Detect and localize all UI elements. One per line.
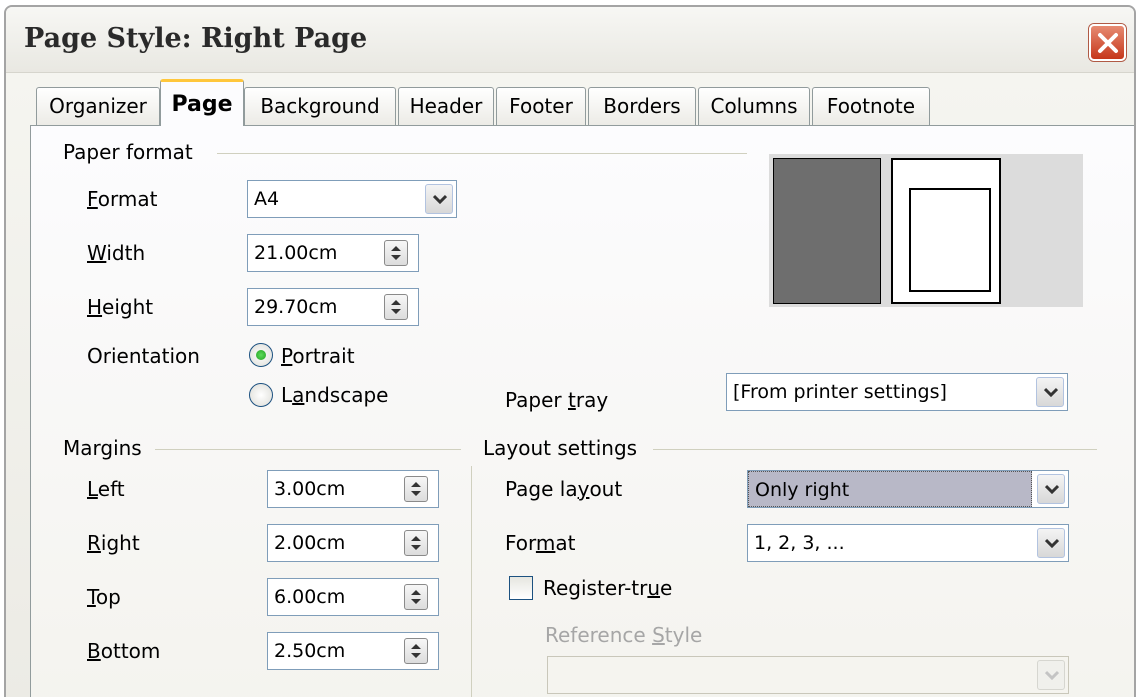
tab-columns[interactable]: Columns (698, 87, 810, 125)
paper-tray-select[interactable]: [From printer settings] (726, 373, 1068, 411)
spin-arrows-icon (391, 246, 401, 260)
chevron-down-icon (1044, 387, 1058, 397)
margin-bottom-field[interactable]: 2.50cm (267, 632, 439, 670)
register-true-label[interactable]: Register-true (543, 576, 672, 600)
numbering-format-dropdown-button[interactable] (1037, 528, 1065, 558)
margin-left-spin-button[interactable] (404, 476, 428, 502)
page-layout-value-text: Only right (755, 479, 850, 501)
tab-footnote[interactable]: Footnote (812, 87, 930, 125)
width-label: Width (87, 241, 146, 265)
spin-arrows-icon (411, 536, 421, 550)
radio-selected-dot (256, 350, 266, 360)
spin-arrows-icon (411, 644, 421, 658)
register-true-checkbox[interactable] (509, 576, 533, 600)
close-button[interactable] (1089, 24, 1126, 61)
margin-bottom-spin-button[interactable] (404, 638, 428, 664)
page-layout-dropdown-button[interactable] (1037, 474, 1065, 504)
reference-style-dropdown-button[interactable] (1037, 660, 1065, 690)
orientation-label: Orientation (87, 344, 200, 368)
reference-style-label: Reference Style (545, 623, 703, 647)
width-spin-button[interactable] (384, 240, 408, 266)
spin-arrows-icon (391, 300, 401, 314)
portrait-label[interactable]: Portrait (281, 344, 355, 368)
preview-left-page (773, 158, 881, 304)
height-label: Height (87, 295, 154, 319)
tab-organizer[interactable]: Organizer (36, 87, 160, 125)
page-layout-label: Page layout (505, 477, 623, 501)
tab-footer[interactable]: Footer (496, 87, 586, 125)
margin-top-value: 6.00cm (274, 586, 346, 608)
page-layout-selected-value: Only right (748, 471, 1032, 507)
layout-settings-divider (653, 449, 1097, 450)
chevron-down-icon (1045, 670, 1059, 680)
tab-page[interactable]: Page (160, 79, 244, 126)
margin-top-field[interactable]: 6.00cm (267, 578, 439, 616)
dialog-title: Page Style: Right Page (24, 23, 368, 54)
reference-style-select[interactable] (547, 656, 1069, 694)
title-bar: Page Style: Right Page (6, 7, 1134, 73)
chevron-down-icon (1045, 484, 1059, 494)
page-preview (769, 154, 1083, 307)
margin-bottom-label: Bottom (87, 639, 161, 663)
margin-left-value: 3.00cm (274, 478, 346, 500)
margin-right-value: 2.00cm (274, 532, 346, 554)
numbering-format-value: 1, 2, 3, ... (754, 532, 845, 554)
format-label: Format (87, 187, 158, 211)
close-icon (1098, 33, 1118, 53)
width-value: 21.00cm (254, 242, 338, 264)
paper-tray-label: Paper tray (505, 388, 609, 412)
landscape-radio[interactable] (249, 383, 273, 407)
tab-background[interactable]: Background (244, 87, 396, 125)
preview-text-area (909, 188, 991, 292)
width-field[interactable]: 21.00cm (247, 234, 419, 272)
paper-format-divider (217, 153, 747, 154)
tab-bar: Organizer Page Background Header Footer … (30, 79, 1134, 129)
spin-arrows-icon (411, 482, 421, 496)
page-layout-select[interactable]: Only right (747, 470, 1069, 508)
height-value: 29.70cm (254, 296, 338, 318)
numbering-format-select[interactable]: 1, 2, 3, ... (747, 524, 1069, 562)
preview-right-page (891, 158, 1001, 304)
margin-right-spin-button[interactable] (404, 530, 428, 556)
margins-divider (155, 449, 461, 450)
paper-tray-dropdown-button[interactable] (1036, 377, 1064, 407)
height-spin-button[interactable] (384, 294, 408, 320)
page-style-dialog: Page Style: Right Page Organizer Page Ba… (4, 5, 1136, 697)
layout-settings-group-label: Layout settings (483, 436, 638, 460)
margin-left-field[interactable]: 3.00cm (267, 470, 439, 508)
margin-top-spin-button[interactable] (404, 584, 428, 610)
height-field[interactable]: 29.70cm (247, 288, 419, 326)
margin-bottom-value: 2.50cm (274, 640, 346, 662)
landscape-label[interactable]: Landscape (281, 383, 388, 407)
spin-arrows-icon (411, 590, 421, 604)
tab-borders[interactable]: Borders (588, 87, 696, 125)
margin-right-label: Right (87, 531, 140, 555)
chevron-down-icon (1045, 538, 1059, 548)
format-dropdown-button[interactable] (425, 184, 453, 214)
margin-left-label: Left (87, 477, 125, 501)
format-select-value: A4 (254, 188, 280, 210)
margin-right-field[interactable]: 2.00cm (267, 524, 439, 562)
paper-tray-value: [From printer settings] (733, 381, 947, 403)
margins-group-label: Margins (63, 436, 142, 460)
numbering-format-label: Format (505, 531, 576, 555)
format-select[interactable]: A4 (247, 180, 457, 218)
chevron-down-icon (433, 194, 447, 204)
section-separator (471, 466, 472, 697)
paper-format-group-label: Paper format (63, 140, 193, 164)
page-tab-panel: Paper format Format A4 Width 21.00cm Hei… (30, 125, 1134, 697)
portrait-radio[interactable] (249, 343, 273, 367)
margin-top-label: Top (87, 585, 121, 609)
tab-header[interactable]: Header (398, 87, 494, 125)
